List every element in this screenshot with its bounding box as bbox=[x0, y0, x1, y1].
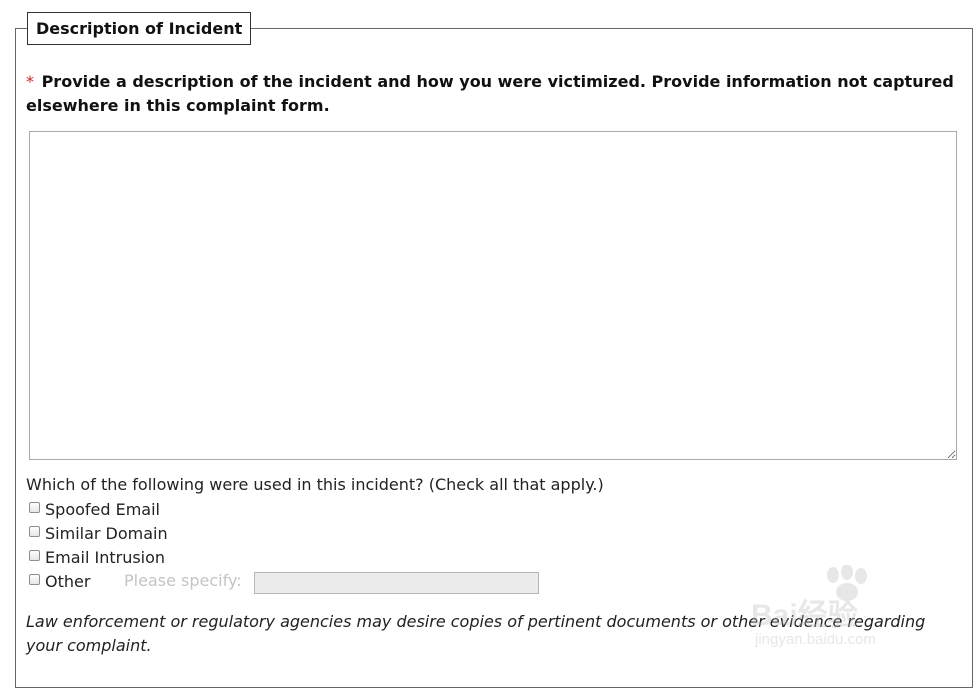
option-similar-domain[interactable]: Similar Domain bbox=[29, 522, 168, 544]
methods-question: Which of the following were used in this… bbox=[26, 475, 604, 494]
fieldset-legend: Description of Incident bbox=[27, 12, 252, 45]
spoofed-email-checkbox[interactable] bbox=[29, 501, 40, 513]
other-specify-input[interactable] bbox=[254, 572, 539, 594]
email-intrusion-label: Email Intrusion bbox=[45, 547, 166, 567]
law-enforcement-note: Law enforcement or regulatory agencies m… bbox=[26, 612, 926, 655]
specify-label: Please specify: bbox=[124, 571, 242, 590]
other-label: Other bbox=[45, 571, 91, 591]
incident-description-textarea[interactable] bbox=[29, 131, 957, 460]
description-prompt-text: Provide a description of the incident an… bbox=[26, 72, 954, 115]
spoofed-email-label: Spoofed Email bbox=[45, 499, 160, 519]
email-intrusion-checkbox[interactable] bbox=[29, 549, 40, 561]
option-spoofed-email[interactable]: Spoofed Email bbox=[29, 498, 160, 520]
similar-domain-label: Similar Domain bbox=[45, 523, 168, 543]
similar-domain-checkbox[interactable] bbox=[29, 525, 40, 537]
other-checkbox[interactable] bbox=[29, 573, 40, 585]
description-prompt: * Provide a description of the incident … bbox=[26, 70, 956, 118]
required-marker: * bbox=[26, 72, 34, 91]
option-email-intrusion[interactable]: Email Intrusion bbox=[29, 546, 165, 568]
option-other[interactable]: Other bbox=[29, 570, 90, 592]
